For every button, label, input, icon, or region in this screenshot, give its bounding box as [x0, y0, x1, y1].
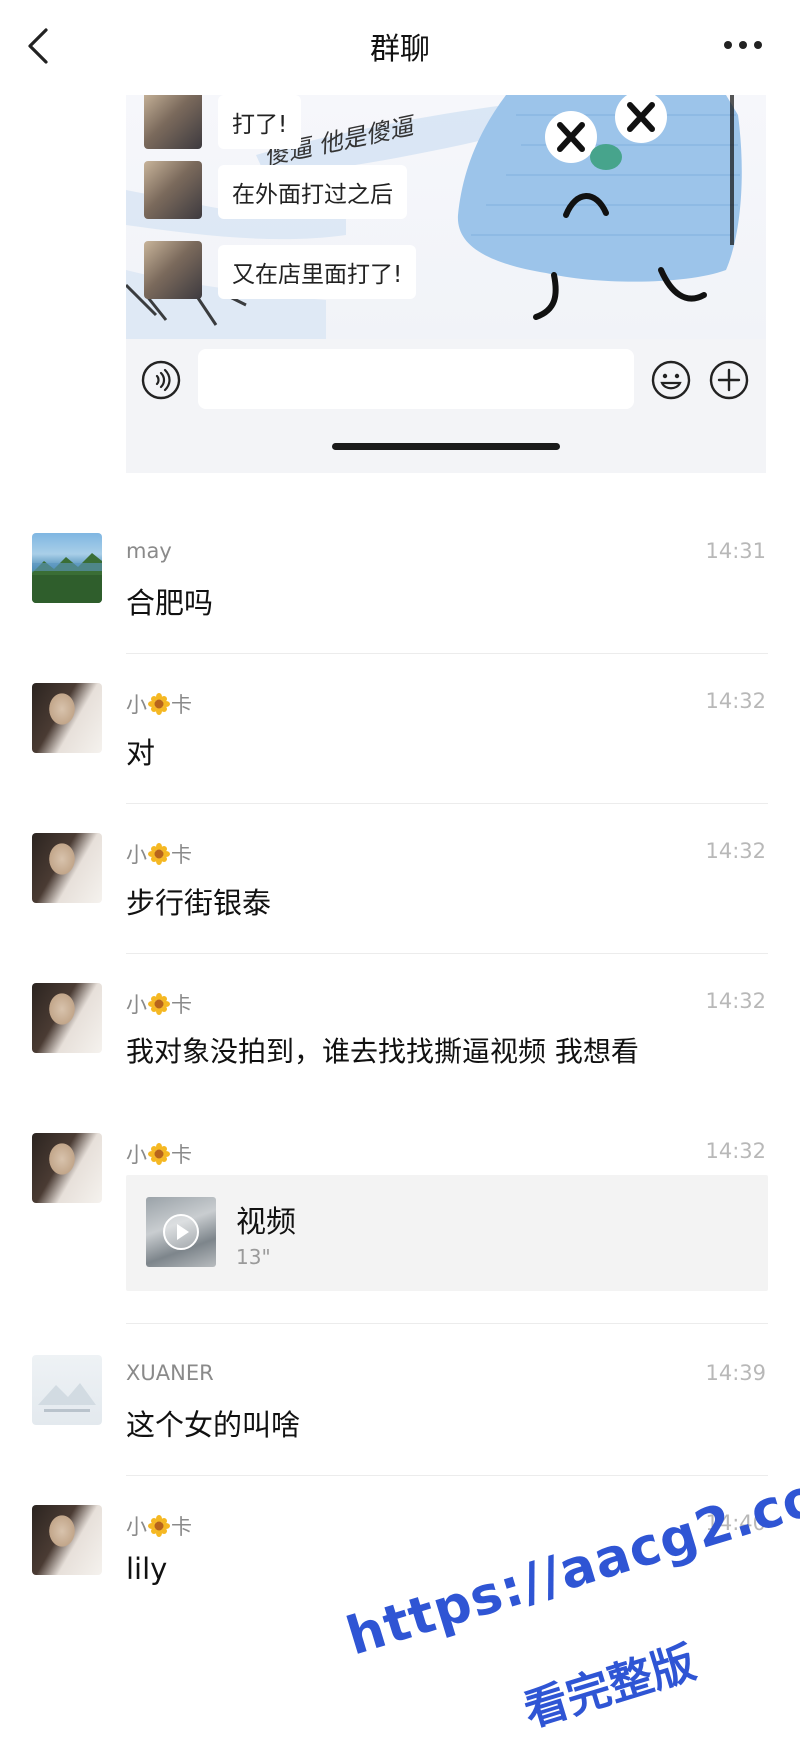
sunflower-emoji-icon [148, 693, 170, 715]
avatar[interactable] [32, 533, 102, 603]
screenshot-chat-area: 傻逼 他是傻逼 打了! 在外面打过之后 又在店里面打了! [126, 95, 766, 339]
screenshot-message: 打了! [126, 95, 486, 155]
home-indicator [332, 443, 560, 450]
watermark: https://aacg2.com 看完整版 [330, 1440, 800, 1737]
plus-icon [708, 359, 750, 401]
screenshot-message: 在外面打过之后 [126, 161, 486, 225]
avatar[interactable] [32, 1505, 102, 1575]
avatar[interactable] [32, 833, 102, 903]
voice-icon [140, 359, 182, 401]
shared-screenshot-image[interactable]: 傻逼 他是傻逼 打了! 在外面打过之后 又在店里面打了! [126, 95, 766, 473]
watermark-subtitle: 看完整版 [518, 1637, 702, 1738]
video-message[interactable]: 视频 13" [126, 1175, 768, 1291]
message-time: 14:32 [705, 989, 766, 1013]
message-time: 14:32 [705, 1139, 766, 1163]
message-text[interactable]: 合肥吗 [126, 580, 213, 622]
avatar[interactable] [32, 683, 102, 753]
screenshot-message-text: 在外面打过之后 [218, 165, 407, 219]
sunflower-emoji-icon [148, 1143, 170, 1165]
screenshot-message-text: 又在店里面打了! [218, 245, 417, 299]
screenshot-avatar [144, 161, 202, 219]
avatar[interactable] [32, 983, 102, 1053]
sender-name: 小卡 [126, 1143, 192, 1167]
sender-name: XUANER [126, 1361, 214, 1385]
message-time: 14:31 [705, 539, 766, 563]
screenshot-message: 又在店里面打了! [126, 241, 486, 305]
message-text[interactable]: lily [126, 1552, 167, 1586]
video-title: 视频 [236, 1205, 296, 1240]
message-divider [126, 653, 768, 654]
message-time: 14:32 [705, 839, 766, 863]
message-text[interactable]: 这个女的叫啥 [126, 1402, 300, 1444]
message-text[interactable]: 我对象没拍到，谁去找找撕逼视频 我想看 [126, 1030, 639, 1070]
message-divider [126, 953, 768, 954]
page-title: 群聊 [370, 32, 430, 67]
sunflower-emoji-icon [148, 993, 170, 1015]
message-divider [126, 1323, 768, 1324]
sender-name: 小卡 [126, 843, 192, 867]
sunflower-emoji-icon [148, 1515, 170, 1537]
message-divider [126, 803, 768, 804]
chat-header: 群聊 [0, 0, 800, 95]
sender-name: 小卡 [126, 693, 192, 717]
sender-name: 小卡 [126, 1515, 192, 1539]
sunflower-emoji-icon [148, 843, 170, 865]
screenshot-input-bar [126, 339, 766, 473]
sender-name: may [126, 539, 172, 563]
message-text[interactable]: 步行街银泰 [126, 880, 271, 922]
message-time: 14:32 [705, 689, 766, 713]
sender-name: 小卡 [126, 993, 192, 1017]
video-duration: 13" [236, 1245, 271, 1269]
emoji-icon [650, 359, 692, 401]
message-time: 14:39 [705, 1361, 766, 1385]
screenshot-avatar [144, 241, 202, 299]
screenshot-avatar [144, 95, 202, 149]
video-thumbnail [146, 1197, 216, 1267]
play-icon [163, 1214, 199, 1250]
watermark-url: https://aacg2.com [340, 1450, 800, 1668]
avatar[interactable] [32, 1133, 102, 1203]
screenshot-text-input [198, 349, 634, 409]
more-options-icon[interactable] [718, 30, 768, 60]
screenshot-message-text: 打了! [218, 95, 302, 149]
avatar[interactable] [32, 1355, 102, 1425]
message-text[interactable]: 对 [126, 730, 155, 772]
